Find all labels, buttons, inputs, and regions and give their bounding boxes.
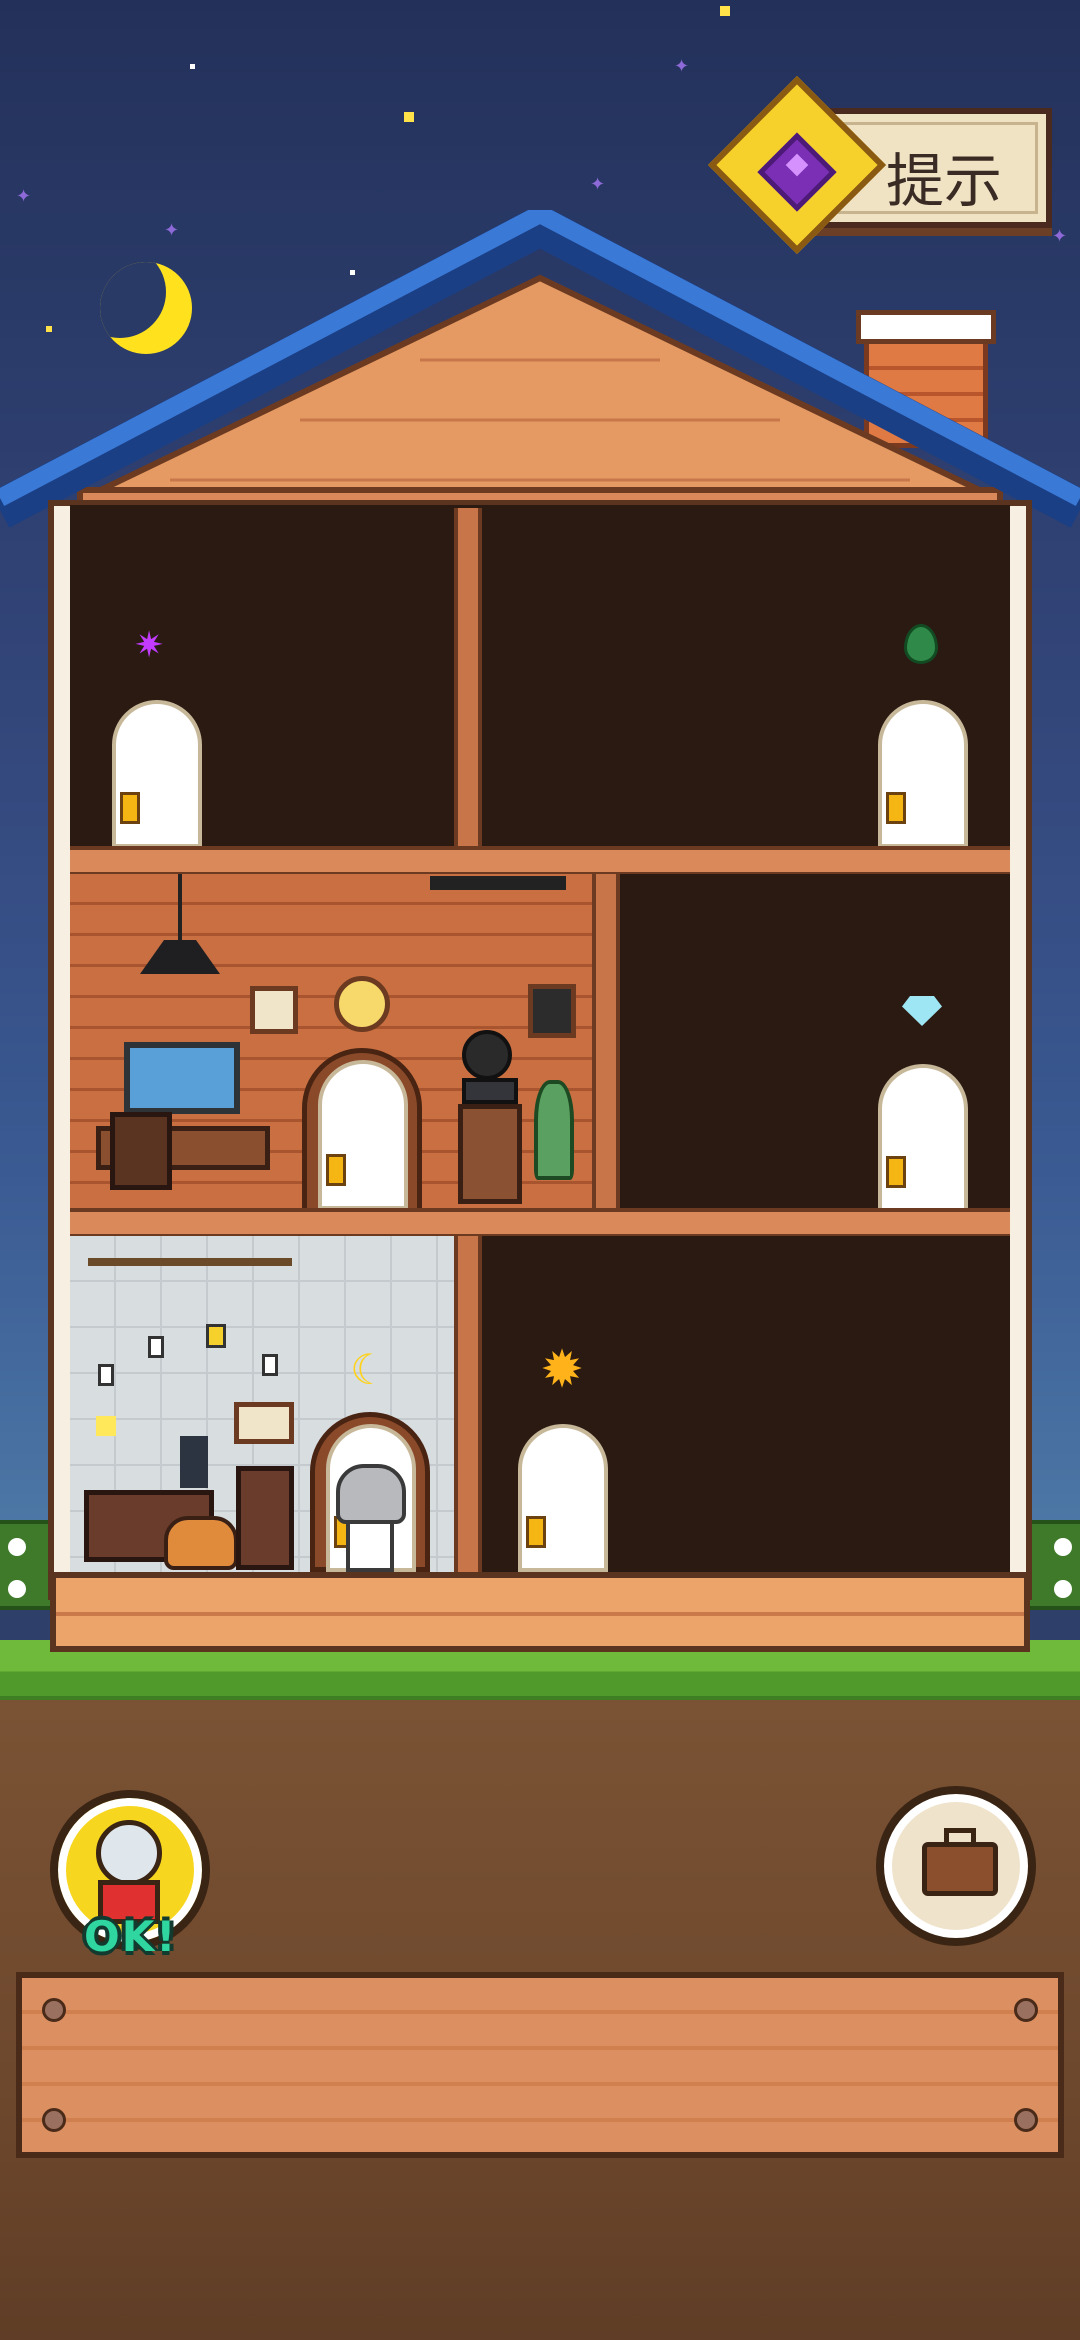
lamp-cord (178, 874, 182, 944)
door[interactable] (878, 1064, 968, 1212)
boy-character-head[interactable] (336, 1464, 406, 1524)
computer-monitor-icon[interactable] (124, 1042, 240, 1114)
green-leaf-icon[interactable] (904, 624, 938, 664)
star (190, 64, 195, 69)
shiba-dog-icon[interactable] (164, 1516, 238, 1570)
hanging-ornament (98, 1364, 114, 1386)
twinkle-icon: ✦ (674, 56, 690, 77)
briefcase-icon (922, 1842, 998, 1896)
divider-wall (454, 1236, 482, 1572)
gacha-ok-label: OK! (84, 1912, 178, 1961)
house-foundation (50, 1572, 1030, 1652)
floor-beam (70, 1208, 1010, 1238)
hanging-ornament (206, 1324, 226, 1348)
roof (0, 210, 1080, 528)
purple-sparkle-icon[interactable]: ✷ (134, 628, 170, 664)
flower-bush (0, 1520, 54, 1610)
gachapon-machine-icon (96, 1820, 162, 1886)
wooden-chair (236, 1466, 294, 1570)
star (720, 6, 730, 16)
twinkle-icon: ✦ (590, 174, 606, 195)
star (404, 112, 414, 122)
divider-wall (454, 508, 482, 848)
blackboard-icon[interactable] (528, 984, 576, 1038)
hanging-ornament (262, 1354, 278, 1376)
desk-lamp-icon[interactable] (180, 1436, 208, 1488)
message-panel[interactable] (16, 1972, 1064, 2158)
potted-plant-icon[interactable] (534, 1080, 574, 1180)
inventory-button[interactable] (876, 1786, 1036, 1946)
picture-frame[interactable] (250, 986, 298, 1034)
side-cabinet (458, 1104, 522, 1204)
sun-icon[interactable]: ✹ (534, 1342, 590, 1398)
divider-wall (592, 874, 620, 1210)
door[interactable] (518, 1424, 608, 1572)
flower-bush (1026, 1520, 1080, 1610)
round-clock-icon[interactable] (334, 976, 390, 1032)
boy-character-body[interactable] (346, 1520, 394, 1572)
record-player-icon[interactable] (462, 1078, 518, 1104)
briefcase-handle (944, 1828, 976, 1846)
door[interactable] (112, 700, 202, 848)
door[interactable] (878, 700, 968, 848)
hanging-mobile (88, 1258, 292, 1266)
office-chair[interactable] (110, 1112, 172, 1190)
moon-icon[interactable]: ☾ (350, 1349, 390, 1391)
door[interactable] (318, 1060, 408, 1210)
vinyl-record-icon[interactable] (462, 1030, 512, 1080)
floor-beam (70, 846, 1010, 876)
picture-frame[interactable] (234, 1402, 294, 1444)
twinkle-icon: ✦ (16, 186, 32, 207)
track-light-icon (430, 876, 566, 890)
sticky-note[interactable] (96, 1416, 116, 1436)
hint-label: 提示 (886, 147, 1003, 215)
hanging-ornament (148, 1336, 164, 1358)
